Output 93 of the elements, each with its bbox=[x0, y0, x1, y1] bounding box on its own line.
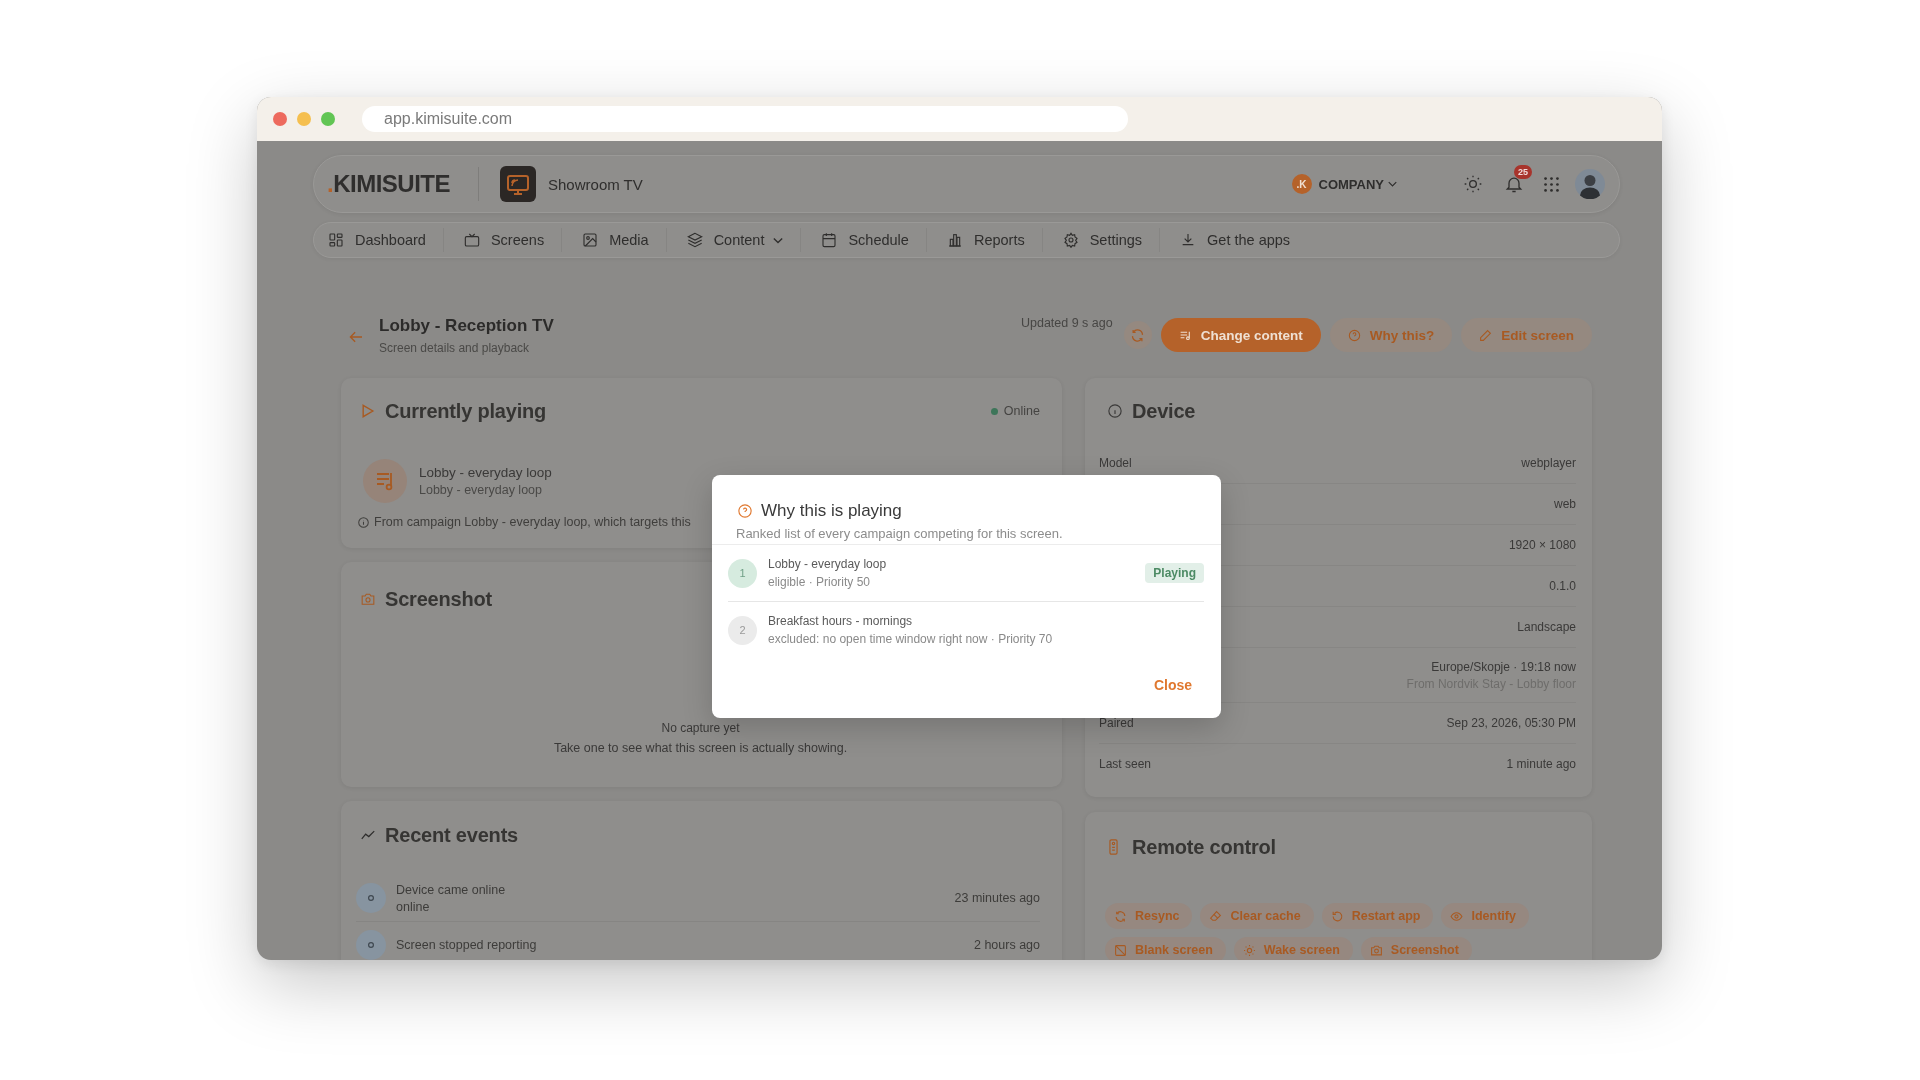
dialog-title: Why this is playing bbox=[761, 501, 902, 521]
event-icon bbox=[356, 883, 386, 913]
device-value: Europe/Skopje · 19:18 now bbox=[1431, 659, 1576, 674]
campaign-name: Breakfast hours - mornings bbox=[768, 614, 914, 628]
online-status-dot-icon bbox=[990, 407, 998, 415]
camera-icon bbox=[1369, 943, 1383, 957]
company-switcher[interactable]: .K COMPANY bbox=[1291, 174, 1397, 194]
tv-thumbnail-icon bbox=[500, 166, 536, 202]
info-icon bbox=[1108, 404, 1122, 418]
nav-item[interactable]: Dashboard bbox=[314, 228, 444, 252]
empty-hint: Take one to see what this screen is actually showing. bbox=[553, 741, 848, 756]
page-subtitle: Screen details and playback bbox=[379, 340, 531, 355]
nav-item[interactable]: Screens bbox=[443, 228, 563, 252]
device-value: 1920 × 1080 bbox=[1508, 538, 1576, 552]
dialog-subtitle: Ranked list of every campaign competing for this screen. bbox=[736, 526, 1064, 541]
apps-grid-icon[interactable] bbox=[1543, 175, 1560, 193]
nav-item[interactable]: Content bbox=[666, 228, 802, 252]
tv-icon bbox=[463, 232, 480, 248]
info-icon bbox=[358, 516, 369, 528]
device-value: 1 minute ago bbox=[1506, 757, 1576, 771]
camera-icon bbox=[361, 592, 375, 606]
eraser-icon bbox=[1209, 909, 1223, 923]
playing-title: Lobby - everyday loop bbox=[419, 465, 552, 480]
nav-item[interactable]: Get the apps bbox=[1160, 228, 1308, 252]
card-title: Remote control bbox=[1132, 835, 1276, 859]
device-value: webplayer bbox=[1521, 456, 1576, 470]
nav-item[interactable]: Reports bbox=[926, 228, 1043, 252]
address-bar[interactable]: app.kimisuite.com bbox=[362, 106, 1128, 132]
notification-badge: 25 bbox=[1514, 165, 1532, 179]
bar-chart-icon bbox=[946, 232, 963, 248]
company-avatar: .K bbox=[1291, 174, 1312, 194]
remote-icon bbox=[1109, 839, 1118, 855]
device-value: Landscape bbox=[1517, 620, 1576, 634]
back-arrow-icon[interactable] bbox=[349, 331, 363, 343]
layers-icon bbox=[686, 232, 703, 248]
device-value: 0.1.0 bbox=[1549, 579, 1576, 593]
question-circle-icon bbox=[738, 504, 752, 518]
nav-item[interactable]: Media bbox=[562, 228, 667, 252]
calendar-icon bbox=[821, 232, 838, 248]
eye-icon bbox=[1450, 909, 1464, 923]
event-detail: online bbox=[396, 899, 431, 914]
image-icon bbox=[582, 232, 599, 248]
nav-item[interactable]: Settings bbox=[1042, 228, 1161, 252]
rank-circle: 2 bbox=[728, 615, 757, 645]
screen-name[interactable]: Showroom TV bbox=[548, 175, 643, 193]
card-title: Recent events bbox=[385, 823, 518, 847]
page-title: Lobby - Reception TV bbox=[379, 315, 554, 336]
refresh-icon bbox=[1130, 327, 1146, 343]
event-time: 23 minutes ago bbox=[954, 891, 1040, 905]
refresh-button[interactable] bbox=[1123, 321, 1152, 349]
logo[interactable]: .KIMISUITE bbox=[327, 170, 450, 198]
device-label: Model bbox=[1099, 456, 1132, 470]
close-window-button[interactable] bbox=[273, 112, 287, 126]
playing-subtitle: Lobby - everyday loop bbox=[419, 483, 543, 497]
theme-toggle-icon[interactable] bbox=[1463, 174, 1483, 194]
pencil-icon bbox=[1479, 328, 1493, 342]
device-value: web bbox=[1554, 497, 1576, 511]
play-icon bbox=[361, 404, 375, 418]
campaign-detail: eligible · Priority 50 bbox=[768, 575, 872, 589]
device-label: Paired bbox=[1099, 716, 1134, 730]
rank-circle: 1 bbox=[728, 558, 757, 588]
settings-icon bbox=[1062, 232, 1079, 248]
campaign-detail: excluded: no open time window right now · Priority 70 bbox=[768, 632, 1053, 646]
event-time: 2 hours ago bbox=[973, 938, 1040, 952]
screen-off-icon bbox=[1114, 943, 1127, 957]
status-text: Online bbox=[1003, 404, 1040, 418]
question-circle-icon bbox=[1347, 328, 1361, 342]
restart-icon bbox=[1330, 909, 1344, 923]
campaign-note: From campaign Lobby - everyday loop, which targets this bbox=[374, 515, 691, 529]
playlist-icon bbox=[363, 459, 407, 503]
device-value: Sep 23, 2026, 05:30 PM bbox=[1446, 716, 1576, 730]
zoom-window-button[interactable] bbox=[321, 112, 335, 126]
campaign-name: Lobby - everyday loop bbox=[768, 557, 887, 571]
user-avatar[interactable] bbox=[1575, 169, 1605, 199]
event-title: Device came online bbox=[396, 882, 506, 897]
playing-badge: Playing bbox=[1145, 563, 1204, 583]
close-button[interactable]: Close bbox=[1141, 670, 1204, 700]
updated-time: Updated 9 s ago bbox=[1020, 316, 1113, 330]
sun-icon bbox=[1242, 943, 1256, 957]
dashboard-grid-icon bbox=[328, 232, 344, 248]
event-title: Screen stopped reporting bbox=[396, 938, 537, 952]
card-title: Screenshot bbox=[385, 587, 492, 611]
trend-line-icon bbox=[361, 828, 375, 842]
device-label: Last seen bbox=[1099, 757, 1152, 771]
action-button[interactable]: Change content bbox=[1160, 318, 1321, 352]
chevron-down-icon bbox=[1388, 181, 1397, 187]
empty-title: No capture yet bbox=[661, 721, 740, 736]
event-icon bbox=[356, 930, 386, 960]
refresh-icon bbox=[1114, 909, 1127, 923]
minimize-window-button[interactable] bbox=[297, 112, 311, 126]
card-title: Device bbox=[1132, 399, 1196, 423]
card-title: Currently playing bbox=[385, 399, 547, 423]
nav-item[interactable]: Schedule bbox=[801, 228, 927, 252]
